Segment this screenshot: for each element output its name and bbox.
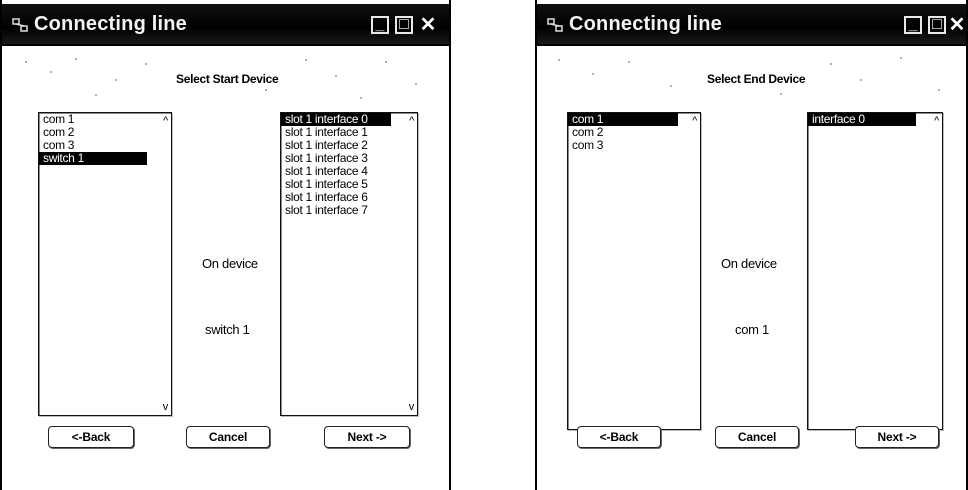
interface-list[interactable]: slot 1 interface 0 slot 1 interface 1 sl… (280, 112, 418, 416)
cancel-button[interactable]: Cancel (715, 426, 799, 448)
scroll-up-arrow-icon[interactable]: ^ (409, 115, 414, 127)
cancel-button[interactable]: Cancel (186, 426, 270, 448)
list-item-selected[interactable]: interface 0 (808, 113, 916, 126)
list-item[interactable]: com 3 (568, 139, 700, 152)
window-title: Connecting line (34, 13, 187, 35)
minimize-button[interactable]: _ (904, 16, 922, 34)
device-list[interactable]: com 1 com 2 com 3 switch 1 ^ v (38, 112, 172, 416)
title-bar[interactable]: Connecting line _ □ ✕ (2, 4, 449, 46)
next-button[interactable]: Next -> (324, 426, 410, 448)
list-item[interactable]: slot 1 interface 7 (281, 204, 417, 217)
maximize-button[interactable]: □ (928, 16, 946, 34)
scroll-up-arrow-icon[interactable]: ^ (934, 115, 939, 127)
close-button[interactable]: ✕ (948, 14, 966, 36)
window-app-icon (12, 18, 28, 32)
minimize-button[interactable]: _ (371, 16, 389, 34)
select-end-device-heading: Select End Device (705, 72, 808, 86)
back-button[interactable]: <-Back (48, 426, 134, 448)
start-device-window: Connecting line _ □ ✕ Select Start Devic… (0, 0, 451, 490)
window-app-icon (547, 18, 563, 32)
dialog-client-area: Select End Device com 1 com 2 com 3 ^ in… (537, 46, 966, 490)
interface-list[interactable]: interface 0 ^ (807, 112, 943, 430)
scroll-up-arrow-icon[interactable]: ^ (163, 115, 168, 127)
current-device-value: switch 1 (205, 322, 250, 337)
window-title: Connecting line (569, 13, 722, 35)
scroll-down-arrow-icon[interactable]: v (163, 401, 169, 413)
dialog-client-area: Select Start Device com 1 com 2 com 3 sw… (2, 46, 449, 490)
on-device-label: On device (721, 256, 777, 271)
back-button[interactable]: <-Back (577, 426, 661, 448)
list-item-selected[interactable]: switch 1 (39, 152, 147, 165)
maximize-button[interactable]: □ (395, 16, 413, 34)
maximize-icon: □ (399, 16, 409, 33)
device-list[interactable]: com 1 com 2 com 3 ^ (567, 112, 701, 430)
next-button[interactable]: Next -> (855, 426, 939, 448)
close-icon: ✕ (419, 14, 437, 36)
minimize-icon: _ (908, 16, 918, 33)
minimize-icon: _ (375, 16, 385, 33)
scroll-down-arrow-icon[interactable]: v (409, 401, 415, 413)
select-start-device-heading: Select Start Device (174, 72, 281, 86)
maximize-icon: □ (932, 16, 942, 33)
title-bar[interactable]: Connecting line _ □ ✕ (537, 4, 966, 46)
close-button[interactable]: ✕ (419, 14, 437, 36)
on-device-label: On device (202, 256, 258, 271)
scroll-up-arrow-icon[interactable]: ^ (692, 115, 697, 127)
end-device-window: Connecting line _ □ ✕ Select End Device … (535, 0, 968, 490)
close-icon: ✕ (948, 14, 966, 36)
current-device-value: com 1 (735, 322, 769, 337)
